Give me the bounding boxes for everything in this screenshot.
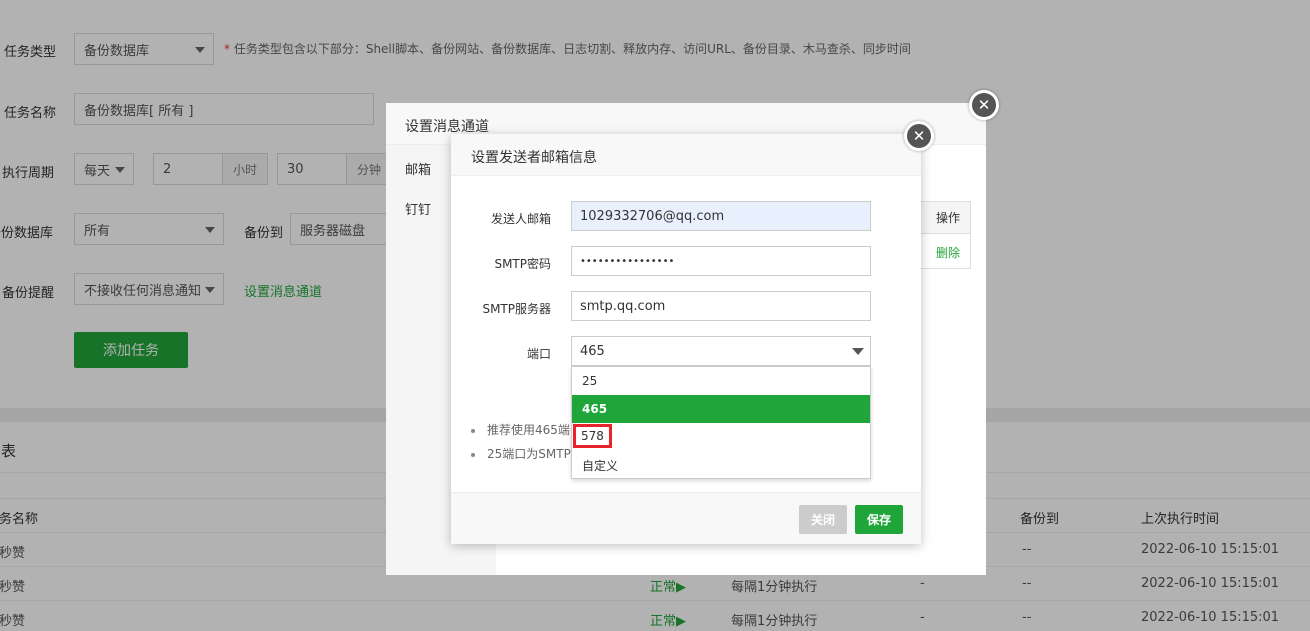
port-options-list: 25 465 578 自定义 (571, 366, 871, 479)
dialog-header: 设置发送者邮箱信息 (451, 134, 921, 176)
smtp-password-value: •••••••••••••••• (580, 255, 675, 267)
bullet-icon (471, 452, 475, 457)
smtp-server-label: SMTP服务器 (482, 302, 551, 316)
port-option-selected[interactable]: 465 (572, 395, 870, 423)
port-option-label: 25 (582, 374, 598, 388)
close-icon[interactable]: ✕ (904, 121, 934, 151)
close-icon[interactable]: ✕ (969, 90, 999, 120)
sender-email-value: 1029332706@qq.com (580, 208, 725, 224)
smtp-password-label: SMTP密码 (494, 257, 551, 271)
smtp-server-value: smtp.qq.com (580, 298, 666, 314)
chevron-down-icon (852, 348, 864, 355)
port-option-label: 465 (582, 402, 608, 416)
tab-dingtalk[interactable]: 钉钉 (405, 199, 431, 218)
tip-item: 推荐使用465端 (471, 421, 570, 438)
port-option-label: 自定义 (582, 458, 619, 473)
smtp-server-field[interactable]: smtp.qq.com (571, 291, 871, 321)
bullet-icon (471, 428, 475, 433)
dialog-footer: 关闭 保存 (451, 492, 921, 544)
highlighted-option: 578 (573, 424, 612, 448)
port-option[interactable]: 578 (572, 423, 870, 451)
tip-item: 25端口为SMTP (471, 445, 571, 462)
port-value: 465 (580, 343, 605, 359)
close-button[interactable]: 关闭 (799, 505, 847, 534)
tip-text: 推荐使用465端 (487, 423, 570, 437)
smtp-password-field[interactable]: •••••••••••••••• (571, 246, 871, 276)
delete-link[interactable]: 删除 (936, 244, 960, 261)
sender-email-dialog: 设置发送者邮箱信息 发送人邮箱 1029332706@qq.com SMTP密码… (451, 134, 921, 544)
sender-email-label: 发送人邮箱 (490, 212, 551, 226)
port-option[interactable]: 自定义 (572, 451, 870, 479)
port-label: 端口 (526, 347, 551, 361)
port-option[interactable]: 25 (572, 367, 870, 395)
port-select[interactable]: 465 (571, 336, 871, 366)
dialog-title: 设置发送者邮箱信息 (471, 150, 597, 166)
tip-text: 25端口为SMTP (487, 447, 571, 461)
save-button[interactable]: 保存 (855, 505, 903, 534)
tab-email[interactable]: 邮箱 (405, 159, 431, 178)
dialog-title: 设置消息通道 (405, 119, 489, 135)
sender-email-field[interactable]: 1029332706@qq.com (571, 201, 871, 231)
